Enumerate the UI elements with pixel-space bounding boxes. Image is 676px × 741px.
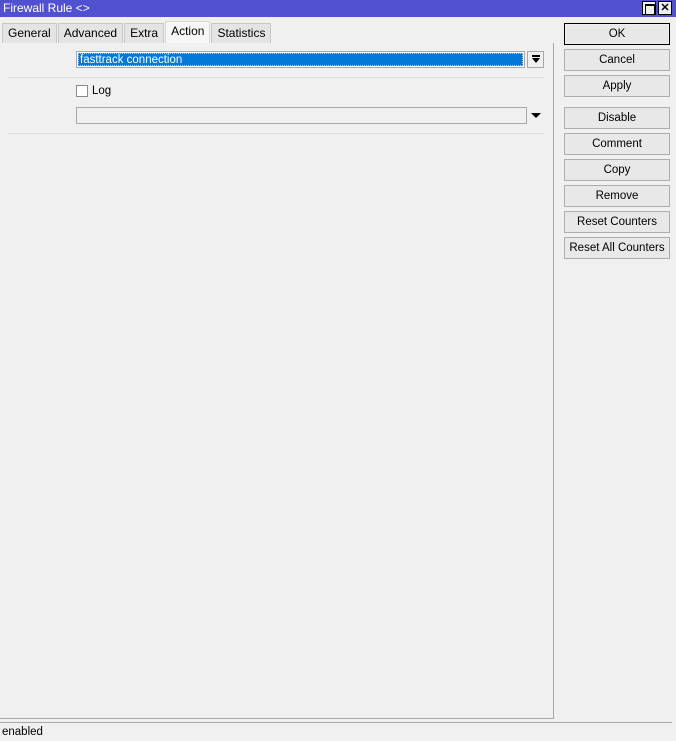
action-dropdown-button[interactable] [527,51,544,68]
action-select[interactable]: fasttrack connection [76,51,525,68]
copy-button[interactable]: Copy [564,159,670,181]
title-bar[interactable]: Firewall Rule <> ✕ [0,0,676,17]
window-title: Firewall Rule <> [3,1,90,15]
action-tab-panel [0,43,554,719]
tab-bar: General Advanced Extra Action Statistics [2,21,272,44]
cancel-button[interactable]: Cancel [564,49,670,71]
status-bar: enabled [0,722,672,741]
log-checkbox-label[interactable]: Log [92,85,111,97]
log-checkbox[interactable] [76,85,88,97]
ok-button[interactable]: OK [564,23,670,45]
disable-button[interactable]: Disable [564,107,670,129]
dropdown-bar-icon [532,55,540,57]
log-prefix-dropdown-arrow-icon[interactable] [531,113,541,118]
chevron-down-icon [532,58,540,63]
status-text: enabled [2,726,43,738]
comment-button[interactable]: Comment [564,133,670,155]
maximize-icon[interactable] [642,1,656,15]
tab-advanced[interactable]: Advanced [57,23,124,44]
action-select-value: fasttrack connection [78,53,523,66]
reset-all-counters-button[interactable]: Reset All Counters [564,237,670,259]
reset-counters-button[interactable]: Reset Counters [564,211,670,233]
remove-button[interactable]: Remove [564,185,670,207]
separator [8,133,544,134]
separator [8,77,544,78]
log-prefix-input[interactable] [76,107,527,124]
apply-button[interactable]: Apply [564,75,670,97]
tab-statistics[interactable]: Statistics [211,23,272,44]
tab-general[interactable]: General [2,23,57,44]
close-icon[interactable]: ✕ [658,1,672,15]
tab-action[interactable]: Action [165,21,211,44]
tab-extra[interactable]: Extra [124,23,165,44]
